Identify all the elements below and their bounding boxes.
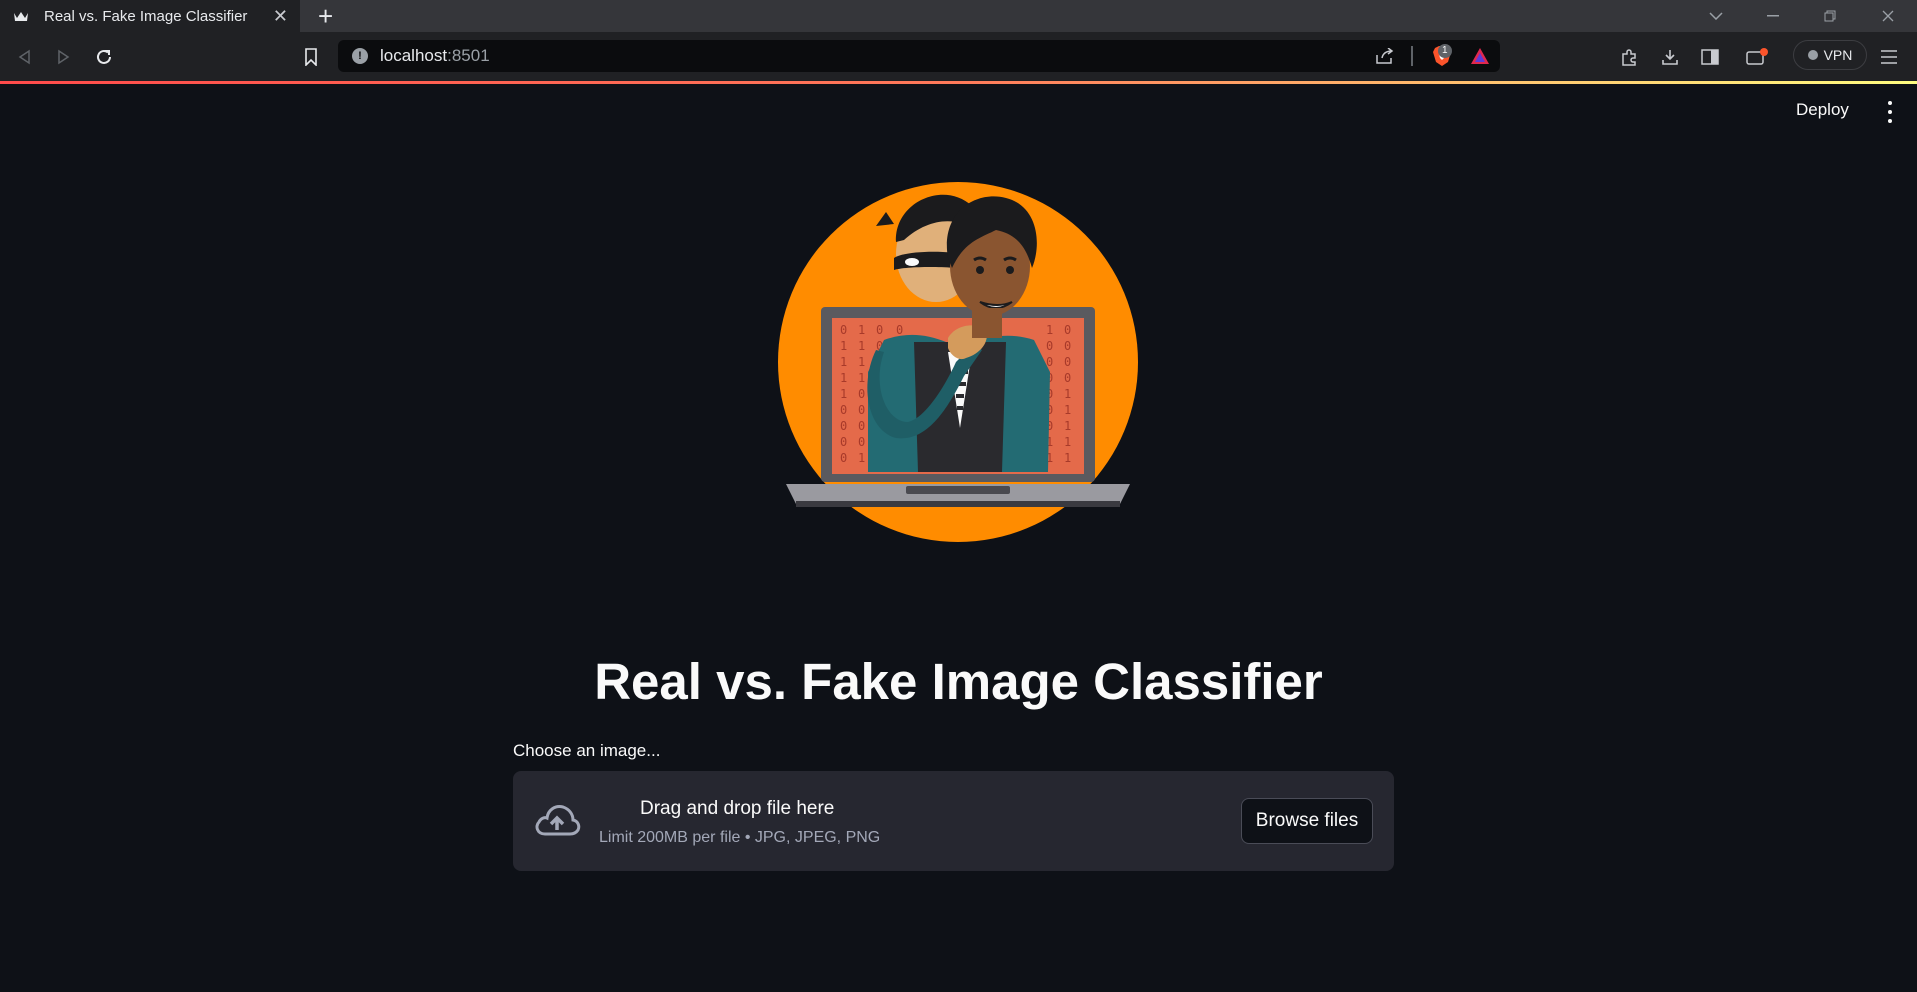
browser-tab-active[interactable]: Real vs. Fake Image Classifier ✕ — [0, 0, 300, 32]
binary-digit: 1 — [858, 323, 865, 337]
streamlit-header-decoration — [0, 81, 1917, 84]
sidebar-toggle-icon[interactable] — [1697, 44, 1723, 70]
binary-digit: 0 — [1064, 339, 1071, 353]
binary-digit: 1 — [1064, 403, 1071, 417]
browser-toolbar: ! localhost:8501 1 VPN — [0, 32, 1917, 81]
tab-search-chevron-icon[interactable] — [1688, 0, 1744, 32]
back-icon[interactable] — [11, 44, 37, 70]
minimize-window-icon[interactable] — [1745, 0, 1801, 32]
close-window-icon[interactable] — [1860, 0, 1916, 32]
hero-illustration: 0100101101001101001101001011010011010011… — [776, 172, 1140, 544]
share-icon[interactable] — [1374, 46, 1396, 66]
vpn-button[interactable]: VPN — [1793, 40, 1867, 70]
file-dropzone[interactable]: Drag and drop file here Limit 200MB per … — [513, 771, 1394, 871]
page-title: Real vs. Fake Image Classifier — [594, 653, 1323, 710]
address-text: localhost:8501 — [380, 46, 490, 66]
browser-tab-bar: Real vs. Fake Image Classifier ✕ + — [0, 0, 1917, 32]
binary-digit: 0 — [858, 387, 865, 401]
binary-digit: 1 — [858, 371, 865, 385]
binary-digit: 0 — [840, 403, 847, 417]
url-host: localhost — [380, 46, 448, 65]
tab-title: Real vs. Fake Image Classifier — [44, 7, 248, 25]
binary-digit: 0 — [876, 323, 883, 337]
site-info-icon[interactable]: ! — [352, 48, 368, 64]
binary-digit: 0 — [840, 435, 847, 449]
binary-digit: 1 — [1064, 387, 1071, 401]
browser-menu-icon[interactable] — [1876, 44, 1902, 70]
restore-window-icon[interactable] — [1802, 0, 1858, 32]
binary-digit: 0 — [896, 323, 903, 337]
url-port: :8501 — [447, 46, 490, 65]
binary-digit: 0 — [1046, 339, 1053, 353]
brave-rewards-icon[interactable] — [1468, 46, 1492, 66]
new-tab-button[interactable]: + — [318, 2, 333, 30]
downloads-icon[interactable] — [1657, 44, 1683, 70]
binary-digit: 0 — [1064, 355, 1071, 369]
binary-digit: 1 — [840, 371, 847, 385]
forward-icon[interactable] — [51, 44, 77, 70]
binary-digit: 0 — [858, 403, 865, 417]
tab-close-icon[interactable]: ✕ — [273, 6, 288, 26]
binary-digit: 0 — [858, 419, 865, 433]
shields-count-badge: 1 — [1438, 44, 1452, 58]
address-divider — [1411, 46, 1413, 66]
binary-digit: 1 — [858, 339, 865, 353]
dropzone-limits: Limit 200MB per file • JPG, JPEG, PNG — [599, 829, 881, 846]
brave-shields-icon[interactable]: 1 — [1424, 44, 1460, 66]
vpn-label: VPN — [1823, 47, 1853, 63]
deploy-button[interactable]: Deploy — [1796, 100, 1849, 120]
binary-digit: 0 — [858, 435, 865, 449]
main-menu-icon[interactable] — [1880, 101, 1900, 123]
wallet-icon[interactable] — [1744, 44, 1770, 70]
binary-digit: 1 — [1064, 451, 1071, 465]
binary-digit: 1 — [840, 355, 847, 369]
binary-digit: 1 — [840, 339, 847, 353]
browse-files-button[interactable]: Browse files — [1241, 798, 1373, 844]
binary-digit: 1 — [1064, 435, 1071, 449]
binary-digit: 1 — [840, 387, 847, 401]
cloud-upload-icon — [533, 800, 581, 840]
dropzone-instructions: Drag and drop file here — [640, 798, 835, 819]
binary-digit: 1 — [1064, 419, 1071, 433]
binary-digit: 1 — [858, 355, 865, 369]
binary-digit: 0 — [1064, 323, 1071, 337]
reload-icon[interactable] — [91, 44, 117, 70]
uploader-label: Choose an image... — [513, 741, 661, 760]
binary-digit: 1 — [858, 451, 865, 465]
binary-digit: 0 — [1064, 371, 1071, 385]
extensions-icon[interactable] — [1616, 44, 1642, 70]
binary-digit: 0 — [840, 419, 847, 433]
binary-digit: 1 — [1046, 323, 1053, 337]
bookmark-icon[interactable] — [298, 44, 324, 70]
vpn-status-icon — [1807, 50, 1818, 60]
address-bar[interactable]: ! localhost:8501 1 — [338, 40, 1500, 72]
binary-digit: 0 — [840, 323, 847, 337]
binary-digit: 0 — [840, 451, 847, 465]
streamlit-crown-icon — [12, 7, 30, 25]
